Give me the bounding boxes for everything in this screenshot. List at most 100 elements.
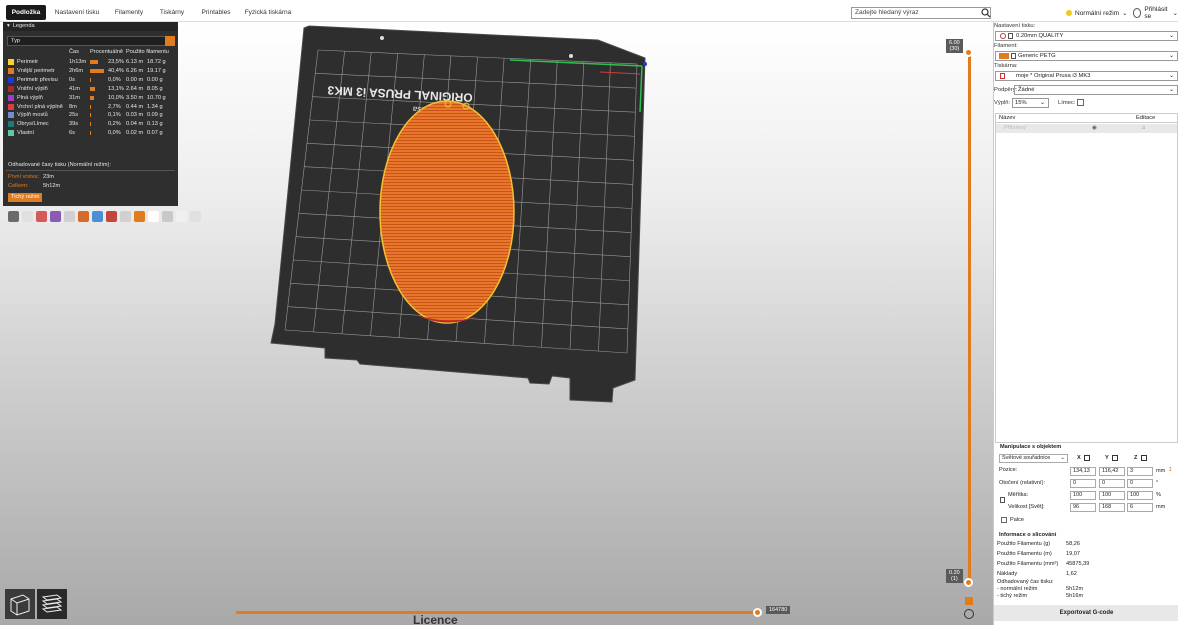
divider	[6, 170, 175, 171]
login-button[interactable]: Přihlásit se ⌄	[1133, 6, 1178, 20]
legend-item[interactable]: Perimetr 1h13m 23,5% 6.13 m 18.72 g	[3, 58, 178, 66]
position-x-field[interactable]: 134,13	[1070, 467, 1096, 476]
tab-printables[interactable]: Printables	[198, 5, 234, 20]
legend-item[interactable]: Vnitřní výplň 41m 13,1% 2.64 m 8.05 g	[3, 85, 178, 93]
legend-item-percent: 0,0%	[108, 130, 121, 137]
legend-item[interactable]: Vrchní plná výplně 8m 2,7% 0.44 m 1.34 g	[3, 103, 178, 111]
legend-header[interactable]: ▾ Legenda	[3, 22, 178, 31]
travel-icon[interactable]	[8, 211, 19, 222]
shells-icon[interactable]	[148, 211, 159, 222]
legend-item[interactable]: Výplň mostů 25s 0,1% 0.03 m 0.09 g	[3, 111, 178, 119]
legend-item[interactable]: Vnější perimetr 2h6m 40,4% 6.26 m 19.17 g	[3, 67, 178, 75]
search-input[interactable]: Zadejte hledaný výraz	[851, 7, 991, 19]
position-z-field[interactable]: 3	[1127, 467, 1153, 476]
horizontal-thumb[interactable]	[753, 608, 762, 617]
drop-y-icon[interactable]	[1112, 455, 1118, 461]
color-changes-icon[interactable]	[92, 211, 103, 222]
position-y-field[interactable]: 116,42	[1099, 467, 1125, 476]
upper-thumb[interactable]	[964, 48, 973, 57]
printer-combo[interactable]: moje * Original Prusa i3 MK3 ⌄	[995, 71, 1178, 81]
legend-toggle-icon[interactable]	[190, 211, 201, 222]
size-y-field[interactable]: 168	[1099, 503, 1125, 512]
seams-icon[interactable]	[64, 211, 75, 222]
legend-item[interactable]: Obrys/Límec 39s 0,2% 0.04 m 0.13 g	[3, 120, 178, 128]
deretractions-icon[interactable]	[50, 211, 61, 222]
legend-percent-bar	[90, 68, 105, 73]
move-horizontal-slider[interactable]	[236, 611, 758, 614]
one-layer-lock-icon[interactable]	[965, 597, 973, 605]
drop-x-icon[interactable]	[1084, 455, 1090, 461]
axis-z-label: Z	[1134, 455, 1138, 461]
settings-gear-icon[interactable]	[964, 609, 974, 619]
object-list-item[interactable]: Přítomný ◉ ⌂	[996, 124, 1177, 133]
quiet-mode-value: 5h16m	[1066, 593, 1084, 599]
horizontal-value-tag: 164780	[766, 606, 791, 614]
chevron-down-icon: ⌄	[1039, 100, 1045, 106]
infill-combo[interactable]: 15% ⌄	[1012, 98, 1049, 108]
print-settings-combo[interactable]: 0.20mm QUALITY ⌄	[995, 31, 1178, 41]
legend-percent-bar	[90, 113, 91, 118]
legend-item-time: 0s	[69, 76, 75, 83]
brim-checkbox[interactable]	[1077, 99, 1084, 106]
legend-item[interactable]: Vlastní 6s 0,0% 0.02 m 0.07 g	[3, 129, 178, 137]
first-layer-label: První vrstva:	[8, 174, 40, 180]
coordinate-system-select[interactable]: Světové souřadnice ⌄	[999, 454, 1068, 463]
3d-view-button[interactable]	[5, 589, 35, 619]
legend-item[interactable]: Perimetr převisu 0s 0,0% 0.00 m 0.00 g	[3, 76, 178, 84]
rotation-label: Otočení (relativní):	[999, 480, 1046, 486]
legend-percent-bar	[90, 60, 99, 64]
sliced-object-gcode-preview[interactable]	[379, 100, 515, 324]
drop-z-icon[interactable]	[1141, 455, 1147, 461]
user-icon	[1133, 8, 1142, 18]
size-z-field[interactable]: 6	[1127, 503, 1153, 512]
scale-z-field[interactable]: 100	[1127, 491, 1153, 500]
scale-y-field[interactable]: 100	[1099, 491, 1125, 500]
drop-to-bed-icon[interactable]: ↧	[1168, 467, 1173, 473]
rotation-x-field[interactable]: 0	[1070, 479, 1096, 488]
quiet-mode-button[interactable]: Tichý režim	[8, 193, 43, 202]
object-name: Přítomný	[1004, 125, 1027, 131]
filament-combo[interactable]: Generic PETG ⌄	[995, 51, 1178, 61]
size-x-field[interactable]: 96	[1070, 503, 1096, 512]
lock-icon[interactable]	[1000, 497, 1005, 503]
scale-x-field[interactable]: 100	[1070, 491, 1096, 500]
rotation-y-field[interactable]: 0	[1099, 479, 1125, 488]
legend-item-length: 0.03 m	[126, 112, 144, 119]
slicing-info-panel: Informace o slicování Použito Filamentu …	[994, 530, 1178, 604]
tab-plater[interactable]: Podložka	[6, 5, 46, 20]
cube-icon[interactable]	[176, 211, 187, 222]
printer-label: Tiskárna:	[994, 63, 1018, 69]
legend-percent-bar	[90, 122, 91, 127]
edit-icon[interactable]: ⌂	[1142, 124, 1145, 133]
background-licence-text: Licence	[413, 613, 458, 625]
tab-physical-printer[interactable]: Fyzická tiskárna	[244, 5, 292, 20]
tool-changes-icon[interactable]	[78, 211, 89, 222]
retractions-icon[interactable]	[36, 211, 47, 222]
tab-filaments[interactable]: Filamenty	[112, 5, 146, 20]
mode-selector[interactable]: Normální režim ⌄	[1066, 8, 1128, 18]
inches-checkbox[interactable]	[1001, 517, 1007, 523]
legend-item[interactable]: Plná výplň 31m 10,0% 3.50 m 10.70 g	[3, 94, 178, 102]
tab-printers[interactable]: Tiskárny	[157, 5, 187, 20]
preview-button[interactable]	[37, 589, 67, 619]
filament-color-swatch[interactable]	[999, 53, 1009, 59]
legend-item-time: 31m	[69, 94, 80, 101]
rotation-z-field[interactable]: 0	[1127, 479, 1153, 488]
pause-prints-icon[interactable]	[106, 211, 117, 222]
tool-marker-icon[interactable]	[162, 211, 173, 222]
eye-icon[interactable]: ◉	[1092, 124, 1097, 133]
slicing-info-label: Použito Filamentu (mm³)	[997, 561, 1059, 567]
custom-gcodes-icon[interactable]	[120, 211, 131, 222]
tab-print-settings[interactable]: Nastavení tisku	[54, 5, 100, 20]
center-of-gravity-icon[interactable]	[134, 211, 145, 222]
layers-icon	[41, 594, 63, 613]
dropdown-arrow-icon[interactable]	[165, 36, 175, 46]
search-icon[interactable]	[981, 8, 991, 18]
view-type-select[interactable]: Typ	[7, 36, 175, 46]
legend-item-time: 6s	[69, 130, 75, 137]
lower-thumb[interactable]	[964, 578, 973, 587]
layer-vertical-slider[interactable]	[968, 52, 971, 584]
wipe-icon[interactable]	[22, 211, 33, 222]
supports-combo[interactable]: Žádné ⌄	[1014, 85, 1178, 95]
export-gcode-button[interactable]: Exportovat G-code	[994, 605, 1178, 621]
